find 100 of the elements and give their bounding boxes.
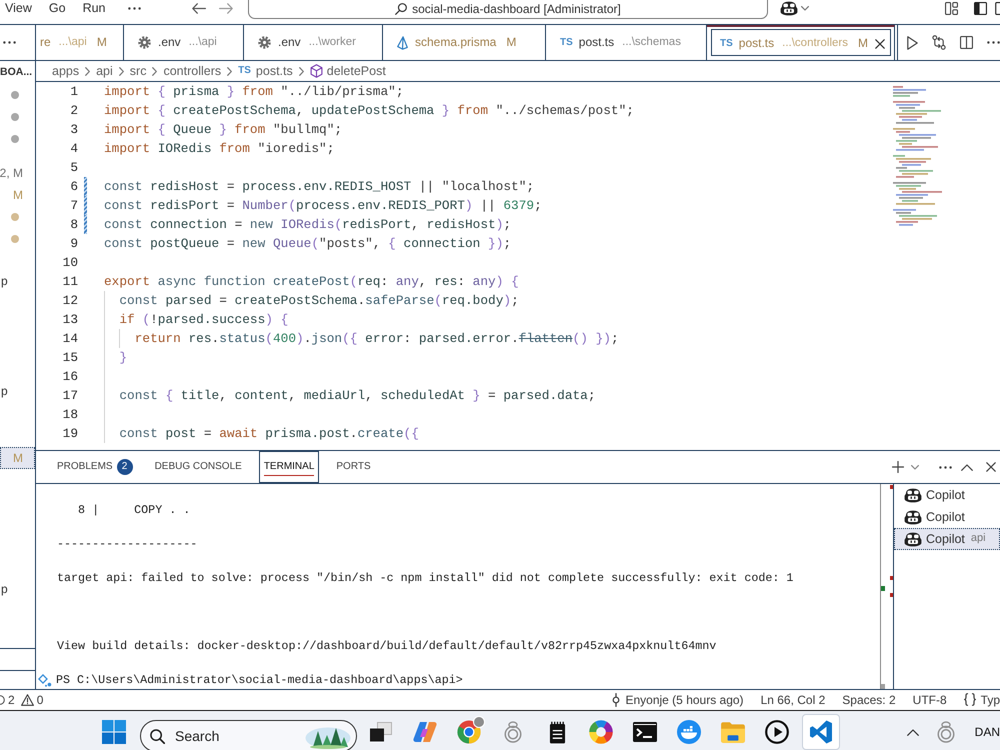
terminal-session-item[interactable]: Copilot: [894, 484, 1000, 506]
breadcrumb-item[interactable]: api: [96, 64, 113, 78]
problems-status[interactable]: 2 0: [0, 692, 44, 708]
panel-toggle-icon[interactable]: [995, 2, 1000, 15]
forward-arrow-icon[interactable]: [219, 3, 233, 14]
notepad-icon[interactable]: [548, 720, 566, 744]
prompt-icon: [38, 674, 52, 687]
sidebar-toggle-icon[interactable]: [974, 2, 987, 15]
line-number: 6: [69, 178, 78, 196]
explorer-item[interactable]: 2, M: [0, 162, 35, 184]
terminal-prompt: PS C:\Users\Administrator\social-media-dashboard\apps\api>: [56, 672, 463, 689]
run-icon[interactable]: [907, 36, 918, 50]
braces-icon: [964, 693, 976, 706]
explorer-item[interactable]: p: [0, 578, 35, 600]
close-icon[interactable]: [986, 462, 996, 472]
browser-icon[interactable]: [457, 720, 481, 744]
terminal-icon[interactable]: [633, 722, 657, 742]
command-center[interactable]: social-media-dashboard [Administrator]: [248, 0, 768, 19]
ts-file-icon: TS: [720, 38, 733, 50]
line-number: 18: [62, 406, 78, 424]
line-number: 4: [69, 140, 78, 158]
caret-icon[interactable]: [801, 6, 809, 11]
rings-icon[interactable]: [504, 721, 522, 743]
line-number: 14: [62, 330, 78, 348]
copilot-icon: [904, 532, 922, 546]
plus-icon[interactable]: [892, 461, 904, 473]
line-number: 9: [69, 235, 78, 253]
taskbar-app-button[interactable]: [802, 714, 840, 750]
tray-label[interactable]: DAN: [974, 724, 1000, 740]
four-tiles-logo-icon[interactable]: [102, 720, 126, 744]
menu-item[interactable]: Run: [82, 0, 106, 17]
error-icon: [0, 694, 5, 706]
encoding-status[interactable]: UTF-8: [912, 692, 947, 708]
menu-item[interactable]: View: [5, 0, 32, 17]
layout-icon[interactable]: [945, 2, 958, 15]
editor-tab[interactable]: TS post.ts ...\controllers M: [707, 25, 895, 60]
swirl-logo-icon[interactable]: [413, 721, 437, 743]
ts-file-icon: TS: [560, 36, 573, 48]
git-blame-status[interactable]: Enyonje (5 hours ago): [612, 692, 744, 708]
indentation-status[interactable]: Spaces: 2: [842, 692, 896, 708]
task-view-icon[interactable]: [370, 722, 392, 742]
split-editor-icon[interactable]: [960, 36, 973, 49]
terminal-line: View build details: docker-desktop://dashboard/build/default/default/v82rrp45zwxa4pxknult64mnv: [57, 638, 716, 655]
editor-tab[interactable]: schema.prisma M: [383, 25, 546, 60]
line-number: 16: [62, 368, 78, 386]
more-icon[interactable]: [939, 466, 952, 468]
breadcrumb-item[interactable]: apps: [52, 64, 80, 78]
close-icon[interactable]: [875, 38, 885, 48]
editor-tab[interactable]: .env ...\api: [124, 25, 244, 60]
compare-changes-icon[interactable]: [932, 35, 946, 50]
line-number: 2: [69, 102, 78, 120]
code-line: import { prisma } from "../lib/prisma";: [104, 83, 404, 101]
ts-file-icon: TS: [238, 65, 251, 77]
chevron-up-icon[interactable]: [961, 464, 973, 470]
code-line: import { createPostSchema, updatePostSchema } from "../schemas/post";: [104, 102, 634, 120]
code-line: export async function createPost(req: any, res: any) {: [104, 273, 519, 291]
more-icon[interactable]: [128, 7, 140, 10]
back-arrow-icon[interactable]: [192, 3, 206, 14]
copilot-icon[interactable]: [780, 1, 798, 16]
search-button[interactable]: Search: [140, 720, 357, 750]
explorer-item[interactable]: p: [0, 270, 35, 292]
explorer-item[interactable]: p: [0, 380, 35, 402]
explorer-title: BOA...: [0, 65, 32, 80]
line-number: 10: [62, 254, 78, 272]
warning-icon: [20, 694, 34, 706]
menu-item[interactable]: Go: [48, 0, 66, 17]
code-editor-icon[interactable]: [809, 720, 833, 744]
gear-icon: [258, 36, 271, 49]
terminal-session-item[interactable]: Copilot api: [894, 528, 1000, 550]
caret-icon[interactable]: [911, 464, 919, 470]
color-wheel-icon[interactable]: [589, 720, 613, 744]
folder-icon[interactable]: [720, 721, 746, 743]
whale-icon[interactable]: [677, 720, 701, 744]
play-icon[interactable]: [765, 720, 789, 744]
panel-tab[interactable]: DEBUG CONSOLE: [150, 451, 247, 483]
breadcrumb-item[interactable]: deletePost: [310, 64, 386, 78]
cube-icon: [310, 64, 323, 78]
more-icon[interactable]: [3, 41, 16, 44]
chevron-up-icon[interactable]: [906, 728, 919, 736]
more-icon[interactable]: [987, 41, 1000, 44]
editor-tab[interactable]: re ...\api M: [36, 25, 124, 60]
rings-icon[interactable]: [936, 721, 955, 743]
line-number: 8: [69, 216, 78, 234]
code-line: const postQueue = new Queue("posts", { connection });: [104, 235, 512, 253]
terminal-session-item[interactable]: Copilot: [894, 506, 1000, 528]
panel-tab[interactable]: TERMINAL: [258, 451, 320, 483]
breadcrumb-item[interactable]: TS post.ts: [238, 64, 293, 78]
copilot-icon: [904, 488, 922, 502]
panel-tab[interactable]: PORTS: [331, 451, 376, 483]
problem-count: 2: [116, 459, 133, 475]
breadcrumb-item[interactable]: controllers: [163, 64, 222, 78]
line-number: 1: [69, 83, 78, 101]
chevron-right-icon: [227, 66, 232, 76]
cursor-position-status[interactable]: Ln 66, Col 2: [760, 692, 826, 708]
language-status[interactable]: Typ: [964, 692, 1000, 708]
code-line: const redisPort = Number(process.env.REDIS_PORT) || 6379;: [104, 197, 542, 215]
panel-tab[interactable]: PROBLEMS 2: [52, 451, 138, 483]
copilot-icon: [904, 510, 922, 524]
editor-tab[interactable]: .env ...\worker: [244, 25, 383, 60]
breadcrumb-item[interactable]: src: [130, 64, 146, 78]
